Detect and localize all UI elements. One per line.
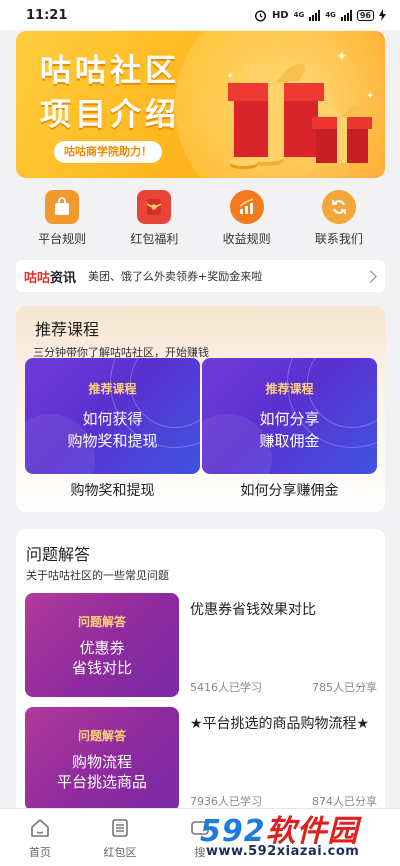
- faq-title: ★平台挑选的商品购物流程★: [190, 716, 370, 732]
- faq-item-2[interactable]: 问题解答 购物流程 平台挑选商品 ★平台挑选的商品购物流程★ 7936人已学习 …: [25, 707, 379, 811]
- search-icon: [189, 817, 211, 839]
- quick-menu-label: 收益规则: [222, 232, 271, 246]
- gift-boxes-illustration: [228, 63, 372, 169]
- signal-icon: [309, 9, 321, 21]
- faq-thumb-line2: 省钱对比: [71, 659, 132, 677]
- chevron-right-icon: [364, 269, 377, 283]
- shopping-bag-icon: [45, 190, 80, 224]
- course-title-line2: 赚取佣金: [259, 432, 320, 450]
- status-time: 11:21: [26, 7, 68, 23]
- quick-menu-earnings-rules[interactable]: 收益规则: [201, 190, 293, 254]
- faq-thumb-line1: 优惠券: [79, 639, 125, 657]
- quick-menu: 平台规则 红包福利 收益规则 联系我们: [16, 190, 385, 254]
- course-tag: 推荐课程: [265, 382, 314, 396]
- sparkle-icon: ✦: [226, 71, 235, 82]
- learner-count: 5416人已学习: [190, 681, 262, 694]
- faq-thumbnail: 问题解答 优惠券 省钱对比: [25, 593, 179, 697]
- red-envelope-icon: [137, 190, 172, 224]
- faq-tag: 问题解答: [77, 615, 126, 629]
- course-tag: 推荐课程: [88, 382, 137, 396]
- faq-section: 问题解答 关于咕咕社区的一些常见问题 问题解答 优惠券 省钱对比 优惠券省钱效果…: [16, 529, 385, 829]
- nav-label: 搜: [194, 846, 206, 859]
- refresh-contact-icon: [321, 190, 356, 224]
- course-title-line2: 购物奖和提现: [67, 432, 158, 450]
- faq-meta: 5416人已学习 785人已分享: [190, 679, 377, 695]
- sparkle-icon: ✦: [336, 49, 348, 65]
- battery-icon: 96: [356, 9, 374, 21]
- network-label-1: 4G: [293, 11, 305, 19]
- course-caption[interactable]: 如何分享赚佣金: [202, 480, 377, 500]
- quick-menu-red-envelope[interactable]: 红包福利: [108, 190, 200, 254]
- quick-menu-platform-rules[interactable]: 平台规则: [16, 190, 108, 254]
- nav-search[interactable]: 搜: [160, 809, 240, 866]
- share-count: 785人已分享: [312, 681, 377, 694]
- faq-item-1[interactable]: 问题解答 优惠券 省钱对比 优惠券省钱效果对比 5416人已学习 785人已分享: [25, 593, 379, 697]
- faq-thumb-line2: 平台挑选商品: [56, 773, 147, 791]
- promo-banner[interactable]: 咕咕社区 项目介绍 咕咕商学院助力！ ✦ ✦ ✦: [16, 31, 385, 178]
- nav-red-envelope-zone[interactable]: 红包区: [80, 809, 160, 866]
- bottom-navigation: 首页 红包区 搜: [0, 808, 400, 866]
- quick-menu-label: 红包福利: [130, 232, 179, 246]
- list-icon: [109, 817, 131, 839]
- nav-label: 首页: [29, 846, 51, 859]
- section-title: 推荐课程: [35, 320, 100, 339]
- quick-menu-label: 平台规则: [38, 232, 87, 246]
- faq-thumb-line1: 购物流程: [71, 753, 132, 771]
- faq-thumbnail: 问题解答 购物流程 平台挑选商品: [25, 707, 179, 811]
- quick-menu-contact-us[interactable]: 联系我们: [293, 190, 385, 254]
- course-title-line1: 如何分享: [259, 410, 320, 428]
- nav-label: 红包区: [103, 846, 137, 859]
- network-label-2: 4G: [325, 11, 336, 19]
- share-count: 874人已分享: [312, 795, 377, 808]
- news-text: 美团、饿了么外卖领券+奖励金来啦: [88, 270, 263, 283]
- course-caption[interactable]: 购物奖和提现: [25, 480, 200, 500]
- charging-icon: [379, 9, 386, 21]
- nav-home[interactable]: 首页: [0, 809, 80, 866]
- recommended-courses-section: 推荐课程 三分钟带你了解咕咕社区，开始赚钱 推荐课程 如何获得 购物奖和提现 购…: [16, 306, 385, 512]
- signal-icon-2: [340, 9, 352, 21]
- course-card-1[interactable]: 推荐课程 如何获得 购物奖和提现: [25, 358, 200, 474]
- banner-tag: 咕咕商学院助力！: [54, 141, 162, 163]
- banner-title-line2: 项目介绍: [40, 97, 180, 133]
- course-title-line1: 如何获得: [82, 410, 143, 428]
- home-icon: [29, 817, 51, 839]
- faq-meta: 7936人已学习 874人已分享: [190, 793, 377, 809]
- news-ticker[interactable]: 咕咕资讯 美团、饿了么外卖领券+奖励金来啦: [16, 260, 385, 292]
- faq-title: 优惠券省钱效果对比: [190, 602, 316, 618]
- section-title: 问题解答: [26, 545, 91, 564]
- quick-menu-label: 联系我们: [314, 232, 363, 246]
- status-bar: 11:21 HD 4G 4G 96: [0, 0, 400, 30]
- status-icons: HD 4G 4G 96: [254, 9, 386, 22]
- growth-chart-icon: [229, 190, 264, 224]
- course-card-2[interactable]: 推荐课程 如何分享 赚取佣金: [202, 358, 377, 474]
- alarm-icon: [254, 9, 266, 22]
- news-logo: 咕咕资讯: [24, 270, 77, 286]
- hd-label: HD: [271, 9, 289, 21]
- section-subtitle: 关于咕咕社区的一些常见问题: [26, 569, 169, 582]
- banner-title-line1: 咕咕社区: [40, 53, 180, 89]
- faq-tag: 问题解答: [77, 729, 126, 743]
- learner-count: 7936人已学习: [190, 795, 262, 808]
- sparkle-icon: ✦: [366, 91, 375, 102]
